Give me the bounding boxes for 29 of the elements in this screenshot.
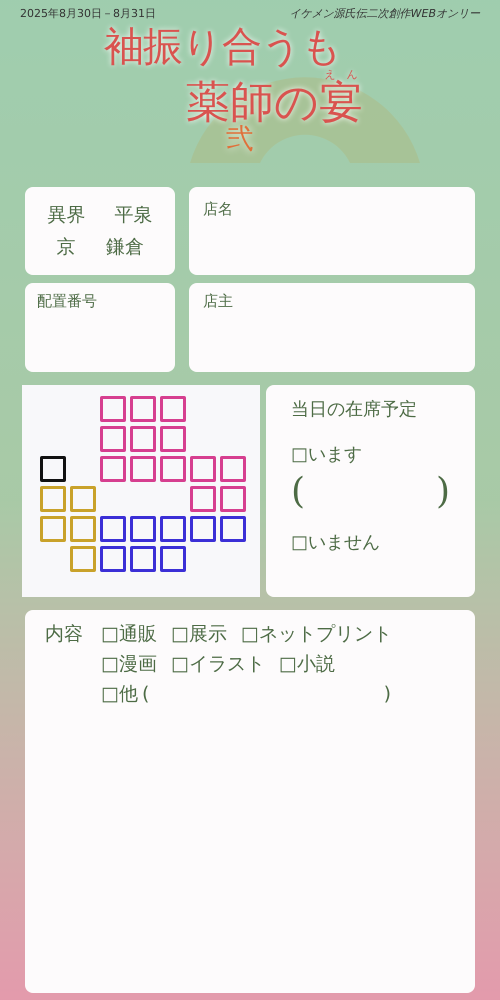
content-option[interactable]: □漫画 [101, 648, 157, 678]
event-title: 袖振り合うも [104, 24, 341, 68]
contents-label: 内容 [45, 622, 83, 646]
event-title: 宴 えん [319, 68, 363, 126]
shop-name-field[interactable]: 店名 [189, 186, 475, 274]
content-option[interactable]: □イラスト [170, 648, 265, 678]
field-label: 店名 [203, 200, 233, 218]
content-option[interactable]: □通販 [101, 618, 157, 648]
content-option[interactable]: □他 [101, 678, 138, 708]
field-label: 店主 [203, 292, 233, 310]
attendance-title: 当日の在席予定 [291, 398, 418, 422]
owner-field[interactable]: 店主 [189, 282, 475, 372]
event-name: イケメン源氏伝二次創作WEBオンリー [290, 6, 480, 22]
area-name: 鎌倉 [106, 236, 144, 258]
area-name: 京 [56, 236, 76, 258]
content-option[interactable]: □小説 [278, 648, 335, 678]
present-option[interactable]: □います [291, 442, 362, 466]
absent-option[interactable]: □いません [291, 530, 380, 554]
booth-number-field[interactable]: 配置番号 [25, 282, 175, 372]
area-name: 平泉 [114, 204, 152, 226]
field-label: 配置番号 [37, 292, 97, 310]
content-option[interactable]: □ネットプリント [240, 618, 392, 648]
close-parenthesis: ) [436, 470, 450, 514]
open-parenthesis: ( [291, 470, 306, 514]
open-parenthesis: ( [142, 682, 150, 706]
content-option[interactable]: □展示 [170, 618, 227, 648]
area-name: 異界 [48, 204, 86, 226]
close-parenthesis: ) [384, 682, 391, 706]
event-date: 2025年8月30日－8月31日 [20, 6, 156, 22]
